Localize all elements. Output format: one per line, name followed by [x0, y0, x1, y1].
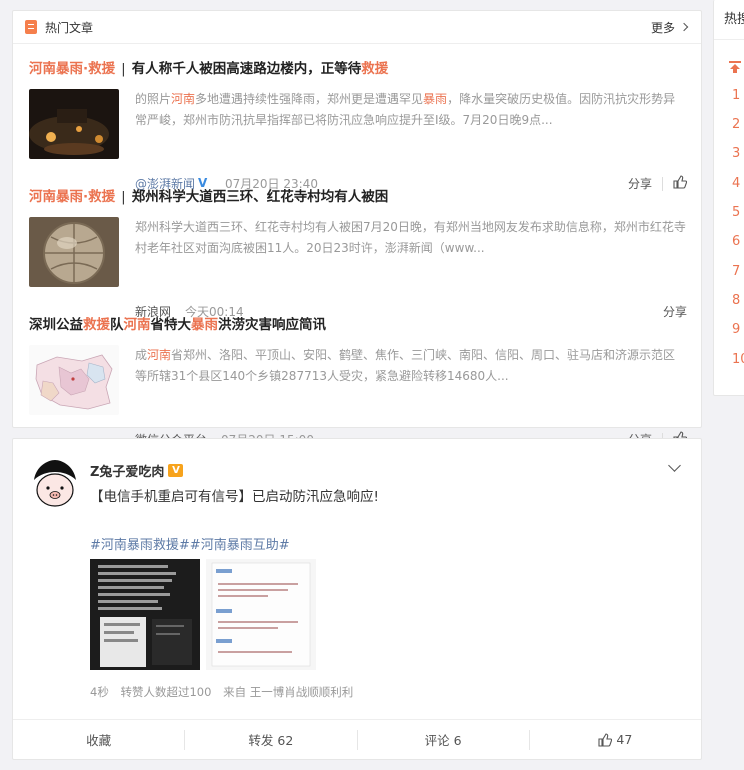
like-count: 47 [616, 732, 633, 747]
username[interactable]: Z兔子爱吃肉 V [90, 461, 184, 480]
article-excerpt: 的照片河南多地遭遇持续性强降雨，郑州更是遭遇罕见暴雨，降水量突破历史极值。因防汛… [135, 92, 676, 127]
rank-number[interactable]: 1 [732, 88, 740, 103]
post-image[interactable] [90, 559, 200, 670]
hot-search-card: 热搜 1 2 3 4 5 6 7 8 9 10 [713, 0, 744, 396]
article-excerpt: 郑州科学大道西三环、红花寺村均有人被困7月20日晚，有郑州当地网友发布求助信息称… [135, 220, 686, 255]
like-button[interactable]: 47 [530, 732, 701, 747]
chevron-down-icon[interactable] [668, 459, 681, 472]
like-icon [598, 732, 613, 747]
post-source[interactable]: 来自 王一博肖战顺顺利利 [223, 685, 353, 699]
article-item[interactable]: 河南暴雨·救援 | 郑州科学大道西三环、红花寺村均有人被困 郑州科学大道西三环、红花… [29, 187, 689, 327]
repost-button[interactable]: 转发 62 [185, 730, 356, 749]
article-thumbnail[interactable] [29, 217, 119, 287]
rank-number[interactable]: 7 [732, 264, 740, 279]
article-title[interactable]: 河南暴雨·救援 | 郑州科学大道西三环、红花寺村均有人被困 [29, 187, 689, 207]
rank-number[interactable]: 5 [732, 205, 740, 220]
more-link[interactable]: 更多 [650, 19, 689, 36]
favorite-button[interactable]: 收藏 [13, 730, 184, 749]
article-excerpt: 成河南省郑州、洛阳、平顶山、安阳、鹤壁、焦作、三门峡、南阳、信阳、周口、驻马店和… [135, 348, 676, 383]
title-text: 有人称千人被困高速路边楼内，正等待 [131, 61, 362, 77]
post-time[interactable]: 4秒 [90, 685, 109, 699]
article-thumbnail[interactable] [29, 89, 119, 159]
article-item[interactable]: 深圳公益救援队河南省特大暴雨洪涝灾害响应简讯 成河南省郑州、洛阳、平顶山、安阳、… [29, 315, 689, 455]
repost-label: 转发 62 [248, 733, 294, 748]
rank-number[interactable]: 4 [732, 176, 740, 191]
card-title: 热门文章 [45, 20, 94, 35]
title-highlight: 救援 [361, 61, 389, 77]
article-category: 河南暴雨·救援 [29, 189, 116, 205]
vip-badge-icon: V [168, 464, 184, 477]
article-thumbnail[interactable] [29, 345, 119, 415]
arrow-up-icon [729, 61, 741, 73]
post-image[interactable] [206, 559, 316, 670]
avatar[interactable] [30, 458, 80, 508]
rank-number[interactable]: 2 [732, 117, 740, 132]
favorite-label: 收藏 [86, 733, 112, 748]
hashtag-link[interactable]: #河南暴雨互助# [190, 538, 290, 553]
article-category: 河南暴雨·救援 [29, 61, 116, 77]
title-text: 郑州科学大道西三环、红花寺村均有人被困 [131, 189, 389, 205]
article-icon [25, 20, 37, 34]
more-label: 更多 [650, 20, 675, 35]
chevron-right-icon [679, 22, 689, 32]
article-item[interactable]: 河南暴雨·救援 | 有人称千人被困高速路边楼内，正等待救援 的照片河南多地遭遇持续性… [29, 59, 689, 199]
username-text: Z兔子爱吃肉 [90, 465, 165, 480]
article-title[interactable]: 深圳公益救援队河南省特大暴雨洪涝灾害响应简讯 [29, 315, 689, 335]
weibo-post-card: Z兔子爱吃肉 V 【电信手机重启可有信号】已启动防汛应急响应! #河南暴雨救援#… [12, 438, 702, 760]
hashtag-link[interactable]: #河南暴雨救援# [90, 538, 190, 553]
post-text: 【电信手机重启可有信号】已启动防汛应急响应! [90, 489, 379, 505]
comment-label: 评论 6 [424, 733, 462, 748]
rank-number[interactable]: 9 [732, 322, 740, 337]
post-action-bar: 收藏 转发 62 评论 6 47 [13, 719, 701, 759]
comment-button[interactable]: 评论 6 [358, 730, 529, 749]
post-meta: 4秒 转赞人数超过100 来自 王一博肖战顺顺利利 [90, 684, 353, 700]
hashtags: #河南暴雨救援##河南暴雨互助# [90, 534, 290, 553]
rank-number[interactable]: 8 [732, 293, 740, 308]
rank-number[interactable]: 3 [732, 146, 740, 161]
hot-articles-card: 热门文章 更多 河南暴雨·救援 | 有人称千人被困高速路边楼内，正等待救援 的照… [12, 10, 702, 447]
rank-number[interactable]: 6 [732, 234, 740, 249]
hot-search-title: 热搜 [714, 0, 744, 40]
rank-number[interactable]: 10 [732, 352, 744, 367]
repost-count-text: 转赞人数超过100 [120, 685, 212, 699]
article-title[interactable]: 河南暴雨·救援 | 有人称千人被困高速路边楼内，正等待救援 [29, 59, 689, 79]
card-header: 热门文章 更多 [13, 11, 701, 44]
